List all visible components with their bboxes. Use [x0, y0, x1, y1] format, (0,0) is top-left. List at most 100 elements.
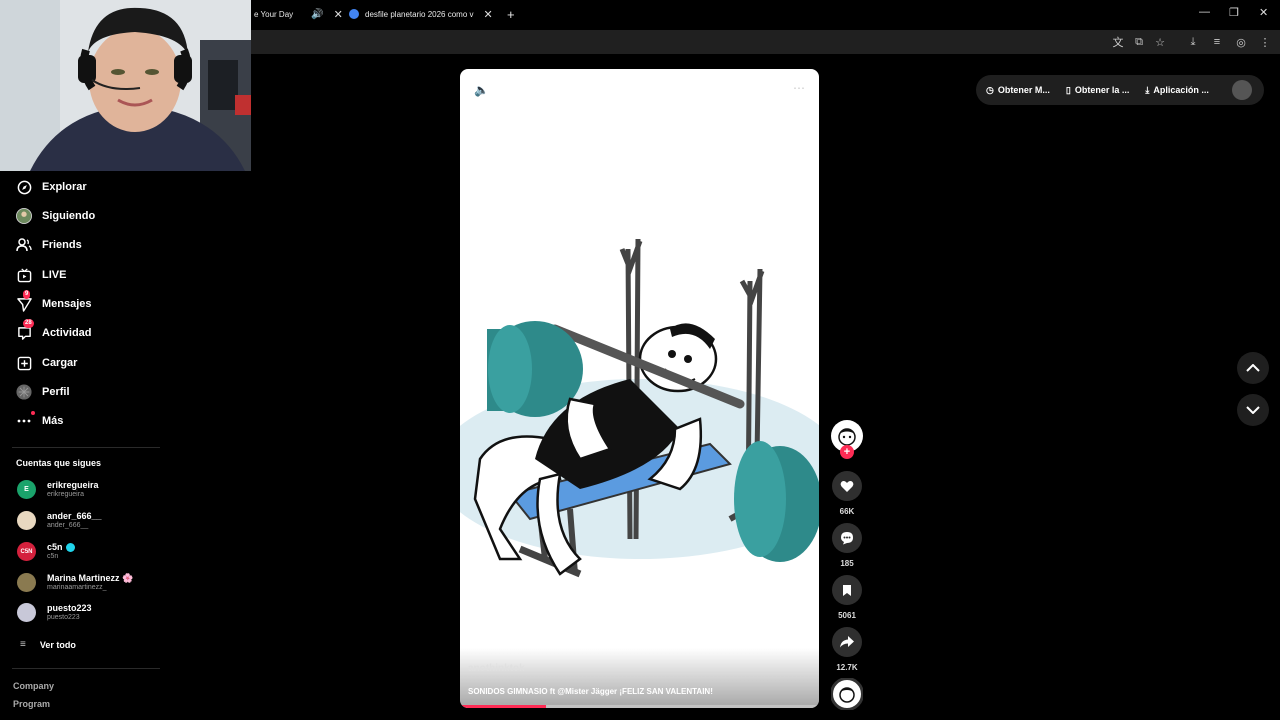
sidebar-item-mas[interactable]: Más: [16, 410, 63, 432]
share-button[interactable]: 12.7K: [830, 627, 864, 672]
compass-icon: [16, 179, 32, 195]
footer-link-company[interactable]: Company: [13, 681, 54, 691]
following-account[interactable]: E erikregueira erikregueira: [17, 480, 99, 499]
footer-link-program[interactable]: Program: [13, 699, 50, 709]
following-account[interactable]: C5N c5n c5n: [17, 542, 75, 561]
divider: [12, 447, 160, 448]
activity-badge: 28: [23, 319, 34, 328]
video-player[interactable]: 🔈 ⋯ anothinktok SONIDOS GIMNASIO ft @Mis…: [460, 69, 819, 708]
account-handle: erikregueira: [47, 491, 84, 498]
speaker-icon[interactable]: 🔊: [311, 9, 323, 20]
sidebar-item-label: Explorar: [42, 181, 87, 193]
bookmark-icon: [832, 575, 862, 605]
video-top-controls: [460, 69, 819, 109]
media-control-icon[interactable]: ≡: [1210, 35, 1224, 49]
account-handle: c5n: [47, 553, 59, 560]
caption-text-end: ¡FELIZ SAN VALENTAIN!: [617, 687, 713, 696]
following-section-title: Cuentas que sigues: [16, 458, 102, 468]
see-all-label: Ver todo: [39, 639, 76, 650]
following-account[interactable]: Marina Martinezz 🌸 marinaamartinezz_: [17, 573, 133, 592]
share-count: 12.7K: [836, 663, 858, 672]
translate-icon[interactable]: 文: [1111, 35, 1125, 49]
messages-icon: 9: [16, 290, 32, 312]
messages-badge: 9: [23, 290, 31, 299]
divider: [12, 668, 160, 669]
avatar: E: [17, 480, 36, 499]
sidebar-item-perfil[interactable]: Perfil: [16, 381, 70, 403]
profile-avatar-icon: [16, 384, 32, 400]
see-all-link[interactable]: ≡ Ver todo: [20, 639, 76, 650]
desktop-app-button[interactable]: ⤓ Aplicación ...: [1145, 85, 1209, 96]
sidebar-item-explorar[interactable]: Explorar: [16, 176, 87, 198]
account-handle: ander_666__: [47, 522, 89, 529]
browser-tab[interactable]: e Your Day 🔊 ✕: [254, 2, 343, 26]
video-author[interactable]: anothinktok: [468, 663, 525, 674]
video-illustration: [460, 238, 819, 578]
sidebar-item-mensajes[interactable]: 9 Mensajes: [16, 290, 92, 315]
caption-mention[interactable]: @Mister Jägger: [557, 687, 617, 696]
new-tab-button[interactable]: +: [507, 2, 515, 26]
close-tab-icon[interactable]: ✕: [334, 8, 343, 21]
menu-kebab-icon[interactable]: ⋮: [1258, 35, 1272, 49]
sidebar-item-friends[interactable]: Friends: [16, 234, 82, 256]
sidebar-item-label: Mensajes: [42, 298, 92, 310]
close-window-icon[interactable]: ✕: [1259, 6, 1268, 19]
chevron-down-icon: [1246, 406, 1260, 414]
volume-icon[interactable]: 🔈: [474, 83, 489, 97]
minimize-icon[interactable]: —: [1199, 6, 1210, 18]
music-disc[interactable]: [830, 677, 864, 711]
get-coins-button[interactable]: ◷ Obtener M...: [986, 85, 1050, 96]
sidebar-item-actividad[interactable]: 28 Actividad: [16, 319, 92, 344]
sidebar-item-live[interactable]: LIVE: [16, 264, 66, 286]
like-button[interactable]: 66K: [830, 471, 864, 516]
comment-count: 185: [840, 559, 854, 568]
comment-button[interactable]: 185: [830, 523, 864, 568]
install-icon[interactable]: ⧉: [1132, 35, 1146, 49]
bookmark-star-icon[interactable]: ☆: [1153, 35, 1167, 49]
activity-icon: 28: [16, 319, 34, 341]
avatar: [17, 511, 36, 530]
close-tab-icon[interactable]: ✕: [484, 8, 493, 21]
tab-title: desfile planetario 2026 como v: [365, 9, 474, 19]
sidebar-item-cargar[interactable]: Cargar: [16, 352, 77, 374]
account-name: c5n: [47, 542, 63, 552]
account-icon[interactable]: ◎: [1234, 35, 1248, 49]
friends-icon: [16, 237, 32, 253]
restore-icon[interactable]: ❐: [1229, 6, 1239, 19]
list-icon: ≡: [20, 639, 26, 650]
previous-video-button[interactable]: [1237, 352, 1269, 384]
avatar: C5N: [17, 542, 36, 561]
account-name: ander_666__: [47, 511, 102, 521]
account-handle: puesto223: [47, 614, 80, 621]
sidebar-item-label: Siguiendo: [42, 210, 96, 222]
desktop-app-label: Aplicación ...: [1153, 85, 1209, 95]
video-progress-bar[interactable]: [460, 705, 819, 708]
verified-badge-icon: [65, 542, 75, 552]
sidebar-item-siguiendo[interactable]: Siguiendo: [16, 205, 95, 227]
avatar: [17, 603, 36, 622]
video-gradient: [460, 648, 819, 708]
following-avatar-icon: [16, 208, 32, 224]
next-video-button[interactable]: [1237, 394, 1269, 426]
user-avatar[interactable]: [1232, 80, 1252, 100]
caption-text: SONIDOS GIMNASIO ft: [468, 687, 558, 696]
get-app-button[interactable]: ▯ Obtener la ...: [1066, 85, 1129, 96]
account-handle: marinaamartinezz_: [47, 584, 107, 591]
save-button[interactable]: 5061: [830, 575, 864, 620]
save-count: 5061: [838, 611, 856, 620]
get-coins-label: Obtener M...: [997, 85, 1050, 95]
webcam-image: [0, 0, 251, 171]
browser-tab-active[interactable]: desfile planetario 2026 como v ✕: [349, 2, 493, 26]
upload-icon: [16, 355, 32, 371]
more-options-icon[interactable]: ⋯: [793, 81, 805, 95]
notification-dot: [31, 411, 35, 415]
address-bar[interactable]: [251, 32, 1106, 52]
account-name: erikregueira: [47, 480, 99, 490]
following-account[interactable]: ander_666__ ander_666__: [17, 511, 102, 530]
sidebar-item-label: Perfil: [42, 386, 70, 398]
follow-plus-icon[interactable]: +: [840, 445, 854, 459]
download-small-icon: ⤓: [1145, 84, 1150, 95]
download-icon[interactable]: ⤓: [1186, 35, 1200, 49]
following-account[interactable]: puesto223 puesto223: [17, 603, 92, 622]
video-progress-fill: [460, 705, 547, 708]
